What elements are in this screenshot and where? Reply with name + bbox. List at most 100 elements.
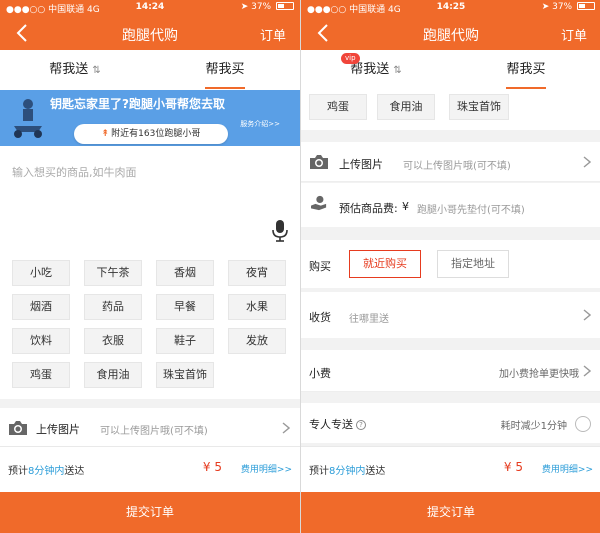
banner-slogan: 钥匙忘家里了?跑腿小哥帮您去取 bbox=[50, 97, 225, 111]
battery-percent: 37% bbox=[251, 2, 272, 12]
active-tab-indicator bbox=[506, 87, 546, 89]
fee-detail-link[interactable]: 费用明细>> bbox=[241, 462, 292, 475]
nearby-couriers-text: 附近有163位跑腿小哥 bbox=[111, 129, 201, 139]
nav-bar: 跑腿代购 订单 bbox=[301, 16, 600, 50]
dedicated-delivery-hint: 耗时减少1分钟 bbox=[500, 421, 567, 432]
tab-bar: 帮我送 ⇅ 帮我买 bbox=[0, 50, 300, 90]
tip-row[interactable]: 小费 加小费抢单更快哦 bbox=[301, 350, 600, 392]
swap-icon: ⇅ bbox=[92, 65, 101, 76]
tag-cooking-oil[interactable]: 食用油 bbox=[377, 94, 435, 120]
tag-cigarettes[interactable]: 香烟 bbox=[156, 260, 214, 286]
estimated-fee-row[interactable]: 预估商品费: ¥ 跑腿小哥先垫付(可不填) bbox=[301, 183, 600, 227]
camera-icon bbox=[310, 155, 328, 169]
upload-image-label: 上传图片 bbox=[339, 158, 383, 171]
dedicated-delivery-text: 专人专送 bbox=[309, 418, 353, 431]
tab-send[interactable]: 帮我送 ⇅ bbox=[301, 50, 451, 90]
eta-suffix: 送达 bbox=[64, 466, 85, 477]
courier-scooter-icon bbox=[14, 99, 42, 138]
buy-screen-scrolled: ●●●○○ 中国联通 4G 14:25 ➤ 37% 跑腿代购 订单 帮我送 ⇅ v… bbox=[300, 0, 600, 533]
submit-order-button[interactable]: 提交订单 bbox=[0, 492, 300, 533]
eta-text: 预计8分钟内送达 bbox=[309, 462, 385, 477]
upload-image-hint: 可以上传图片哦(可不填) bbox=[403, 161, 511, 172]
tab-bar: 帮我送 ⇅ vip 帮我买 bbox=[301, 50, 600, 90]
orders-link[interactable]: 订单 bbox=[260, 25, 286, 44]
tag-jewelry[interactable]: 珠宝首饰 bbox=[156, 362, 214, 388]
eta-prefix: 预计 bbox=[8, 466, 28, 477]
tag-medicine[interactable]: 药品 bbox=[84, 294, 142, 320]
chevron-right-icon bbox=[583, 309, 591, 321]
tag-tobacco-alcohol[interactable]: 烟酒 bbox=[12, 294, 70, 320]
help-icon[interactable]: ? bbox=[356, 420, 366, 430]
nav-bar: 跑腿代购 订单 bbox=[0, 16, 300, 50]
delivery-label: 收货 bbox=[309, 311, 331, 324]
purchase-label: 购买 bbox=[309, 260, 331, 273]
dedicated-delivery-radio[interactable] bbox=[575, 416, 591, 432]
tag-eggs[interactable]: 鸡蛋 bbox=[12, 362, 70, 388]
page-title: 跑腿代购 bbox=[423, 28, 479, 44]
tab-send-label: 帮我送 bbox=[350, 62, 390, 77]
orders-link[interactable]: 订单 bbox=[561, 25, 587, 44]
total-price: ¥ 5 bbox=[202, 460, 222, 474]
dedicated-delivery-label: 专人专送? bbox=[309, 416, 366, 432]
quick-tag-row: 鸡蛋 食用油 珠宝首饰 bbox=[301, 90, 600, 130]
estimated-fee-label: 预估商品费: bbox=[339, 202, 398, 215]
fee-summary-bar: 预计8分钟内送达 ¥ 5 费用明细>> bbox=[301, 446, 600, 492]
tag-eggs[interactable]: 鸡蛋 bbox=[309, 94, 367, 120]
tag-cooking-oil[interactable]: 食用油 bbox=[84, 362, 142, 388]
fee-summary-bar: 预计8分钟内送达 ¥ 5 费用明细>> bbox=[0, 446, 300, 492]
tag-snack[interactable]: 小吃 bbox=[12, 260, 70, 286]
upload-image-row[interactable]: 上传图片 可以上传图片哦(可不填) bbox=[301, 142, 600, 182]
eta-prefix: 预计 bbox=[309, 466, 329, 477]
buy-nearby-button[interactable]: 就近购买 bbox=[349, 250, 421, 278]
tab-send-label: 帮我送 bbox=[49, 62, 89, 77]
upload-image-hint: 可以上传图片哦(可不填) bbox=[100, 426, 208, 437]
eta-text: 预计8分钟内送达 bbox=[8, 462, 84, 477]
tag-breakfast[interactable]: 早餐 bbox=[156, 294, 214, 320]
chevron-right-icon bbox=[583, 365, 591, 377]
submit-order-button[interactable]: 提交订单 bbox=[301, 492, 600, 533]
tag-shoes[interactable]: 鞋子 bbox=[156, 328, 214, 354]
location-arrow-icon: ➤ bbox=[541, 2, 550, 12]
tag-afternoon-tea[interactable]: 下午茶 bbox=[84, 260, 142, 286]
chevron-right-icon bbox=[583, 156, 591, 168]
tag-drinks[interactable]: 饮料 bbox=[12, 328, 70, 354]
total-price: ¥ 5 bbox=[503, 460, 523, 474]
tab-buy[interactable]: 帮我买 bbox=[150, 50, 300, 90]
chevron-right-icon bbox=[282, 422, 290, 434]
promo-banner[interactable]: 钥匙忘家里了?跑腿小哥帮您去取 服务介绍>> ↟ 附近有163位跑腿小哥 bbox=[0, 90, 300, 146]
microphone-icon[interactable] bbox=[272, 220, 288, 242]
battery-icon bbox=[577, 2, 595, 10]
page-title: 跑腿代购 bbox=[122, 28, 178, 44]
dedicated-delivery-row: 专人专送? 耗时减少1分钟 bbox=[301, 403, 600, 443]
swap-icon: ⇅ bbox=[393, 65, 402, 76]
delivery-address-input[interactable]: 往哪里送 bbox=[349, 310, 389, 325]
item-input-area[interactable]: 输入想买的商品,如牛肉面 bbox=[0, 146, 300, 252]
tab-buy[interactable]: 帮我买 bbox=[451, 50, 600, 90]
delivery-address-row[interactable]: 收货 往哪里送 bbox=[301, 292, 600, 338]
estimated-fee-input[interactable]: 跑腿小哥先垫付(可不填) bbox=[417, 201, 525, 216]
battery-icon bbox=[276, 2, 294, 10]
vip-badge: vip bbox=[341, 53, 360, 64]
service-intro-link[interactable]: 服务介绍>> bbox=[240, 119, 280, 129]
eta-time: 8分钟内 bbox=[28, 466, 65, 477]
tag-jewelry[interactable]: 珠宝首饰 bbox=[449, 94, 509, 120]
tag-fruit[interactable]: 水果 bbox=[228, 294, 286, 320]
quick-tag-grid: 小吃 下午茶 香烟 夜宵 烟酒 药品 早餐 水果 饮料 衣服 鞋子 发放 鸡蛋 … bbox=[0, 252, 300, 399]
tag-clothes[interactable]: 衣服 bbox=[84, 328, 142, 354]
tab-buy-label: 帮我买 bbox=[506, 62, 546, 77]
app-comparison: ●●●○○ 中国联通 4G 14:24 ➤ 37% 跑腿代购 订单 帮我送 ⇅ 帮… bbox=[0, 0, 600, 533]
tab-send[interactable]: 帮我送 ⇅ bbox=[0, 50, 150, 90]
nearby-couriers-pill: ↟ 附近有163位跑腿小哥 bbox=[74, 124, 228, 144]
hand-coin-icon bbox=[311, 195, 327, 211]
specified-address-button[interactable]: 指定地址 bbox=[437, 250, 509, 278]
currency-symbol: ¥ bbox=[402, 200, 409, 213]
item-input[interactable]: 输入想买的商品,如牛肉面 bbox=[12, 164, 137, 180]
buy-screen-top: ●●●○○ 中国联通 4G 14:24 ➤ 37% 跑腿代购 订单 帮我送 ⇅ 帮… bbox=[0, 0, 300, 533]
tag-late-snack[interactable]: 夜宵 bbox=[228, 260, 286, 286]
upload-image-row[interactable]: 上传图片 可以上传图片哦(可不填) bbox=[0, 408, 300, 448]
tag-fafang[interactable]: 发放 bbox=[228, 328, 286, 354]
status-bar: ●●●○○ 中国联通 4G 14:25 ➤ 37% bbox=[301, 0, 600, 16]
fee-detail-link[interactable]: 费用明细>> bbox=[542, 462, 593, 475]
runner-icon: ↟ bbox=[101, 129, 110, 139]
purchase-method-row: 购买 就近购买 指定地址 bbox=[301, 240, 600, 288]
